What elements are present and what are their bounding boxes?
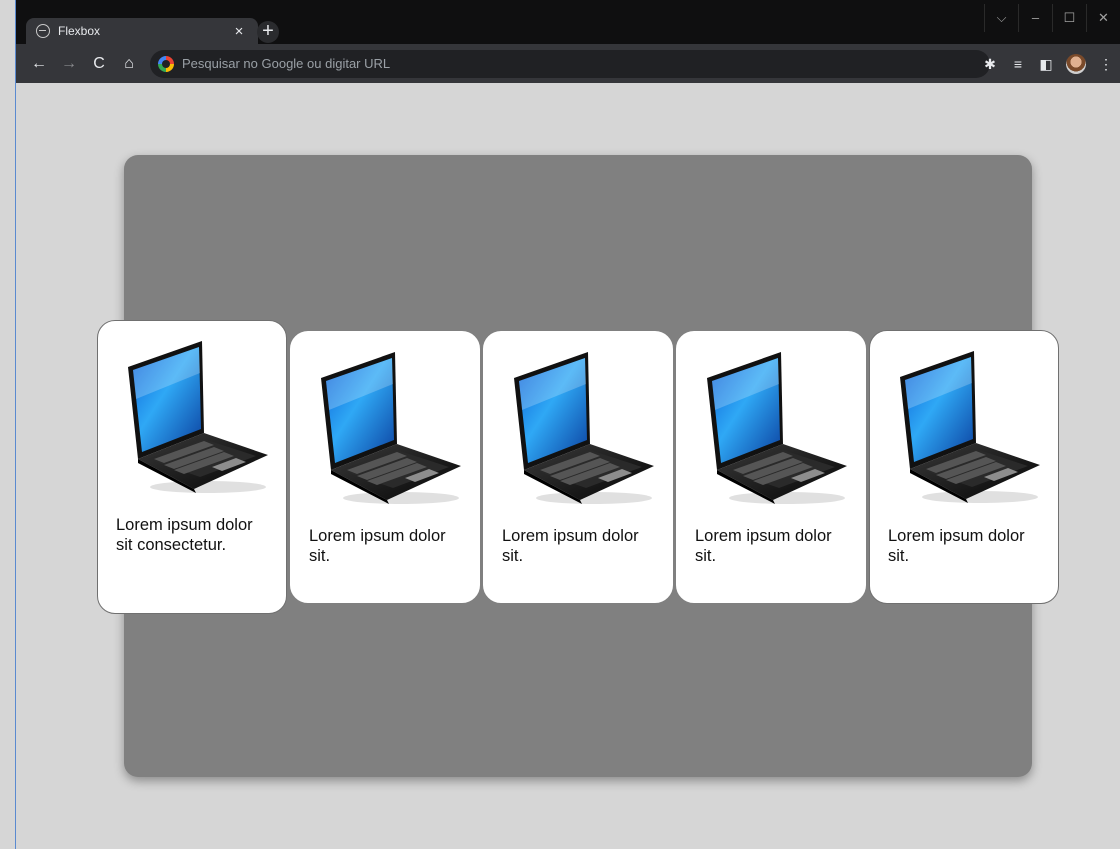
tab-strip: Flexbox × + ⌵ – ☐ ✕ [16,0,1120,44]
new-tab-button[interactable]: + [257,21,279,43]
page-viewport: Lorem ipsum dolor sit consectetur. Lorem… [17,83,1120,849]
card[interactable]: Lorem ipsum dolor sit consectetur. [97,320,287,614]
window-left-edge [0,0,16,849]
reload-button[interactable]: C [84,49,114,79]
address-bar[interactable]: Pesquisar no Google ou digitar URL [150,49,990,78]
browser-toolbar: ← → C ⌂ Pesquisar no Google ou digitar U… [16,44,1120,83]
forward-button[interactable]: → [54,49,84,79]
address-placeholder: Pesquisar no Google ou digitar URL [182,56,391,71]
tab-flexbox[interactable]: Flexbox × [26,18,258,44]
menu-icon[interactable]: ⋮ [1092,50,1120,78]
reading-list-icon[interactable]: ≡ [1004,50,1032,78]
card-text: Lorem ipsum dolor sit. [309,527,446,565]
tab-title: Flexbox [58,24,101,38]
side-panel-icon[interactable]: ◧ [1032,50,1060,78]
close-window-button[interactable]: ✕ [1086,4,1120,32]
back-button[interactable]: ← [24,49,54,79]
profile-avatar[interactable] [1066,53,1086,74]
globe-icon [36,24,50,38]
laptop-image [697,348,849,508]
card-text: Lorem ipsum dolor sit consectetur. [116,516,253,554]
toolbar-actions: ✱ ≡ ◧ ⋮ [976,44,1120,83]
laptop-image [890,347,1042,507]
minimize-button[interactable]: – [1018,4,1052,32]
browser-chrome: Flexbox × + ⌵ – ☐ ✕ ← → C ⌂ Pesquisar no… [16,0,1120,83]
maximize-button[interactable]: ☐ [1052,4,1086,32]
laptop-image [118,337,270,497]
card-text: Lorem ipsum dolor sit. [888,527,1025,565]
card-text: Lorem ipsum dolor sit. [695,527,832,565]
card[interactable]: Lorem ipsum dolor sit. [676,331,866,603]
card[interactable]: Lorem ipsum dolor sit. [869,330,1059,604]
card-text: Lorem ipsum dolor sit. [502,527,639,565]
tab-close-icon[interactable]: × [230,23,248,40]
laptop-image [504,348,656,508]
card[interactable]: Lorem ipsum dolor sit. [483,331,673,603]
window-controls: ⌵ – ☐ ✕ [984,4,1120,32]
extensions-icon[interactable]: ✱ [976,50,1004,78]
laptop-image [311,348,463,508]
home-button[interactable]: ⌂ [114,49,144,79]
card[interactable]: Lorem ipsum dolor sit. [290,331,480,603]
tab-search-button[interactable]: ⌵ [984,4,1018,32]
google-icon [158,55,174,72]
